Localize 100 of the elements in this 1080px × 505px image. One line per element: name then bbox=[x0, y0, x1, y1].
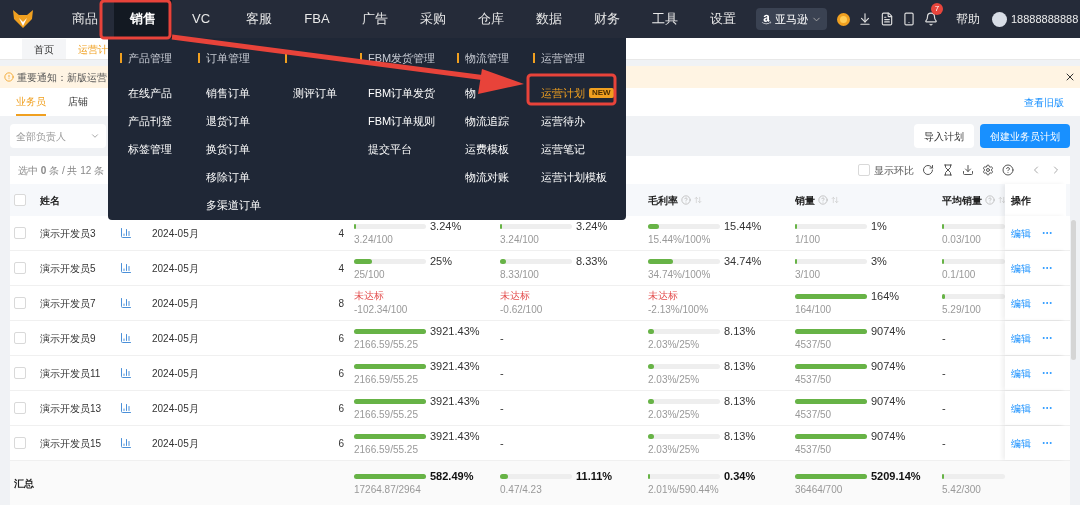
chart-icon[interactable] bbox=[120, 297, 132, 309]
view-tab[interactable]: 店铺 bbox=[68, 88, 88, 116]
chart-icon[interactable] bbox=[120, 332, 132, 344]
checkbox[interactable] bbox=[14, 227, 26, 239]
chart-icon[interactable] bbox=[120, 227, 132, 239]
marketplace-icon bbox=[761, 13, 772, 25]
ratio-text: 2.03%/25% bbox=[648, 444, 701, 456]
menu-item[interactable]: FBM订单发货 bbox=[368, 84, 436, 102]
empty-value: - bbox=[942, 330, 946, 346]
refresh-icon[interactable] bbox=[922, 164, 934, 176]
sort-icon[interactable] bbox=[998, 196, 1005, 204]
menu-item[interactable]: 提交平台 bbox=[368, 140, 412, 158]
menu-item[interactable]: 销售订单 bbox=[206, 84, 250, 102]
ratio-text: 4537/50 bbox=[795, 339, 833, 351]
download-icon[interactable] bbox=[962, 164, 974, 176]
ratio-text: -102.34/100 bbox=[354, 304, 409, 316]
help-link[interactable]: 帮助 bbox=[956, 10, 980, 28]
checkbox[interactable] bbox=[14, 332, 26, 344]
chart-icon[interactable] bbox=[120, 367, 132, 379]
menu-item[interactable]: 移除订单 bbox=[206, 168, 250, 186]
menu-item[interactable]: 标签管理 bbox=[128, 140, 172, 158]
percent-text: 9074% bbox=[871, 428, 906, 444]
menu-item[interactable]: 运费模板 bbox=[465, 140, 509, 158]
checkbox[interactable] bbox=[14, 194, 26, 206]
chart-icon[interactable] bbox=[120, 262, 132, 274]
menu-item[interactable]: 退货订单 bbox=[206, 112, 250, 130]
action-button[interactable]: 导入计划 bbox=[914, 124, 974, 148]
menu-group-title: 物流管理 bbox=[465, 50, 509, 66]
menu-item[interactable]: 物流追踪 bbox=[465, 112, 509, 130]
nav-item[interactable]: 数据 bbox=[520, 0, 578, 38]
menu-item[interactable]: 在线产品 bbox=[128, 84, 172, 102]
menu-item[interactable]: 运营计划模板 bbox=[541, 168, 607, 186]
checkbox[interactable] bbox=[14, 437, 26, 449]
nav-item[interactable]: 工具 bbox=[636, 0, 694, 38]
menu-item[interactable]: 运营计划 bbox=[541, 84, 585, 102]
column-header: 销量 bbox=[795, 193, 815, 208]
logo-icon bbox=[12, 9, 34, 29]
checkbox[interactable] bbox=[858, 164, 870, 176]
nav-item[interactable]: 设置 bbox=[694, 0, 752, 38]
nav-item[interactable]: 客服 bbox=[230, 0, 288, 38]
new-badge: NEW bbox=[589, 88, 614, 98]
download-icon[interactable] bbox=[858, 12, 872, 26]
menu-item[interactable]: FBM订单规则 bbox=[368, 112, 436, 130]
percent-text: 11.11% bbox=[576, 468, 613, 484]
percent-text: 0.34% bbox=[724, 468, 756, 484]
date-cell-text: 2024-05月 bbox=[152, 226, 200, 241]
percent-text: 8.13% bbox=[724, 323, 756, 339]
nav-item[interactable]: FBA bbox=[288, 0, 346, 38]
ratio-text: -0.62/100 bbox=[500, 304, 544, 316]
nav-item[interactable]: 仓库 bbox=[462, 0, 520, 38]
nav-item[interactable]: 采购 bbox=[404, 0, 462, 38]
hourglass-icon[interactable] bbox=[942, 164, 954, 176]
avatar[interactable] bbox=[992, 11, 1007, 27]
menu-item[interactable]: 产品刊登 bbox=[128, 112, 172, 130]
menu-group-title: 订单管理 bbox=[206, 50, 250, 66]
checkbox[interactable] bbox=[14, 297, 26, 309]
ratio-text: 1/100 bbox=[795, 234, 822, 246]
ratio-text: 5.29/100 bbox=[942, 304, 982, 316]
menu-item[interactable]: 运营待办 bbox=[541, 112, 585, 130]
user-phone[interactable]: 18888888888 bbox=[1011, 10, 1079, 28]
menu-item[interactable]: 物流对账 bbox=[465, 168, 509, 186]
nav-item[interactable]: 财务 bbox=[578, 0, 636, 38]
percent-text: 3921.43% bbox=[430, 323, 480, 339]
sort-icon[interactable] bbox=[831, 196, 839, 204]
nav-item[interactable]: VC bbox=[172, 0, 230, 38]
percent-text: 9074% bbox=[871, 358, 906, 374]
menu-item[interactable]: 测评订单 bbox=[293, 84, 337, 102]
help-icon[interactable] bbox=[1002, 164, 1014, 176]
ratio-text: 3/100 bbox=[795, 269, 822, 281]
scrollbar[interactable] bbox=[1071, 220, 1076, 360]
percent-text: 8.13% bbox=[724, 428, 756, 444]
column-header: 平均销量 bbox=[942, 193, 982, 208]
chart-icon[interactable] bbox=[120, 402, 132, 414]
settings-icon[interactable] bbox=[982, 164, 994, 176]
close-icon[interactable] bbox=[1064, 71, 1076, 83]
marketplace-select[interactable]: 亚马逊 bbox=[756, 8, 827, 30]
page-tab[interactable]: 首页 bbox=[22, 39, 66, 59]
checkbox[interactable] bbox=[14, 402, 26, 414]
menu-item[interactable]: 多渠道订单 bbox=[206, 196, 261, 214]
nav-item[interactable]: 广告 bbox=[346, 0, 404, 38]
ratio-text: 2166.59/55.25 bbox=[354, 339, 419, 351]
empty-value: - bbox=[942, 400, 946, 416]
sort-icon[interactable] bbox=[694, 196, 702, 204]
document-icon[interactable] bbox=[880, 12, 894, 26]
count-cell-text: 6 bbox=[337, 436, 345, 451]
percent-text: 5209.14% bbox=[871, 468, 921, 484]
nav-item[interactable]: 商品 bbox=[56, 0, 114, 38]
bell-icon[interactable] bbox=[924, 12, 938, 26]
menu-item[interactable]: 运营笔记 bbox=[541, 140, 585, 158]
menu-item[interactable]: 物 bbox=[465, 84, 476, 102]
percent-text: 582.49% bbox=[430, 468, 474, 484]
compare-label: 显示环比 bbox=[874, 163, 914, 178]
date-cell-text: 2024-05月 bbox=[152, 261, 200, 276]
chart-icon[interactable] bbox=[120, 437, 132, 449]
menu-group-title: 产品管理 bbox=[128, 50, 172, 66]
checkbox[interactable] bbox=[14, 262, 26, 274]
menu-item[interactable]: 换货订单 bbox=[206, 140, 250, 158]
phone-icon[interactable] bbox=[902, 12, 916, 26]
status-icon[interactable] bbox=[837, 12, 850, 26]
checkbox[interactable] bbox=[14, 367, 26, 379]
